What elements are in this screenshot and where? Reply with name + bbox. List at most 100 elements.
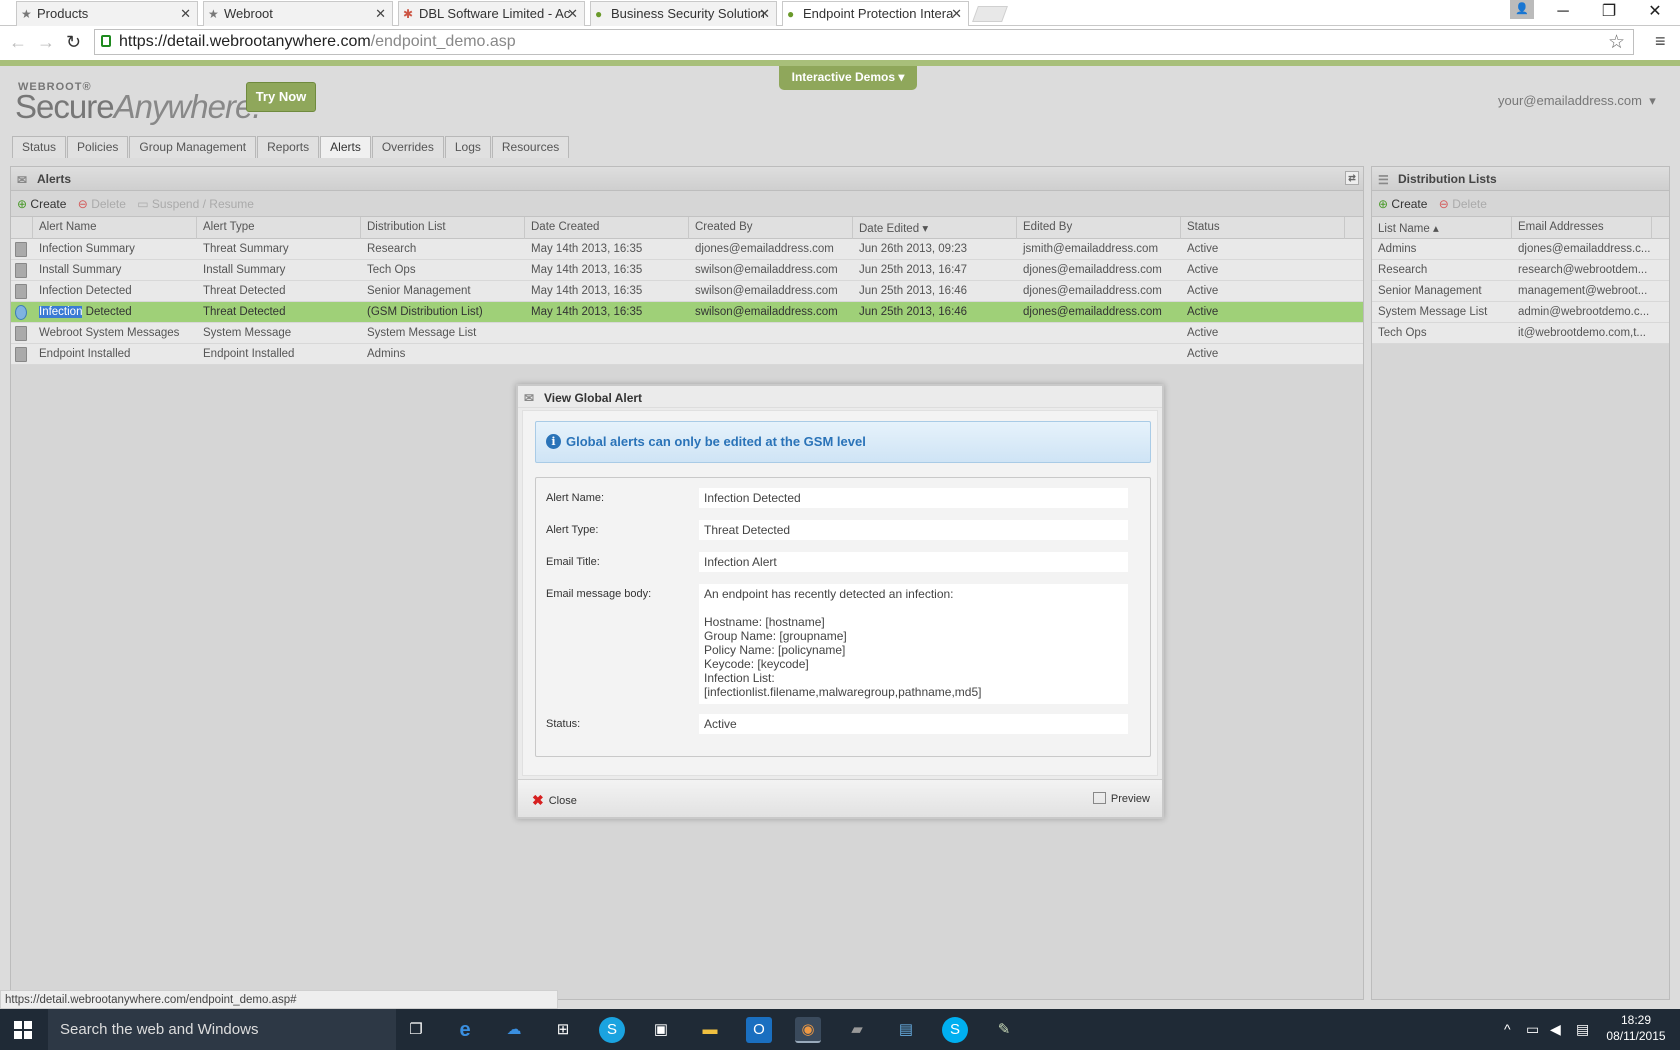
delete-list-button[interactable]: ⊖ Delete	[1439, 197, 1487, 211]
close-tab-icon[interactable]: ✕	[375, 6, 386, 22]
store-icon[interactable]: ⊞	[550, 1017, 576, 1043]
skype-icon[interactable]: S	[942, 1017, 968, 1043]
list-item[interactable]: Research research@webrootdem...	[1372, 260, 1669, 281]
column-header[interactable]: Created By	[689, 217, 853, 239]
table-cell: admin@webrootdemo.c...	[1518, 306, 1650, 318]
table-row[interactable]: Infection Summary Threat Summary Research M…	[11, 239, 1363, 260]
notifications-icon[interactable]: ▤	[1576, 1021, 1589, 1038]
table-cell	[525, 344, 689, 348]
column-header[interactable]: Alert Name	[33, 217, 197, 239]
alert-type-value: Threat Detected	[699, 520, 1128, 540]
table-cell: Endpoint Installed	[203, 348, 295, 360]
tab-logs[interactable]: Logs	[444, 136, 491, 158]
page-content: WEBROOT® SecureAnywhere. Try Now Interac…	[0, 66, 1680, 1009]
browser-tab-dbl[interactable]: ✱ DBL Software Limited - Ac ✕	[398, 1, 585, 26]
table-row[interactable]: Endpoint Installed Endpoint Installed Admi…	[11, 344, 1363, 365]
list-item[interactable]: Admins djones@emailaddress.c...	[1372, 239, 1669, 260]
tab-policies[interactable]: Policies	[67, 136, 129, 158]
tab-reports[interactable]: Reports	[257, 136, 320, 158]
edge-icon[interactable]: e	[452, 1017, 478, 1043]
reload-icon[interactable]: ↻	[66, 32, 81, 53]
logo-part-b: Anywhere.	[113, 88, 262, 125]
refresh-icon[interactable]: ⇄	[1345, 171, 1359, 185]
taskbar-search[interactable]: Search the web and Windows	[48, 1009, 396, 1050]
table-cell: (GSM Distribution List)	[367, 306, 483, 318]
chevron-down-icon: ▾	[898, 70, 905, 84]
account-menu[interactable]: your@emailaddress.com ▾	[1498, 93, 1656, 109]
column-header-sorted[interactable]: List Name ▴	[1372, 217, 1512, 239]
tab-overrides[interactable]: Overrides	[371, 136, 444, 158]
create-alert-button[interactable]: ⊕ Create	[17, 197, 66, 211]
list-item[interactable]: Tech Ops it@webrootdemo.com,t...	[1372, 323, 1669, 344]
column-header[interactable]: Status	[1181, 217, 1345, 239]
column-header[interactable]: Edited By	[1017, 217, 1181, 239]
control-panel-icon[interactable]: ▤	[893, 1017, 919, 1043]
close-tab-icon[interactable]: ✕	[759, 6, 770, 22]
column-header-label: Date Edited	[859, 223, 920, 235]
profile-icon[interactable]: 👤	[1510, 0, 1534, 19]
browser-tab-webroot[interactable]: ★ Webroot ✕	[203, 1, 393, 26]
onedrive-icon[interactable]: ☁	[501, 1017, 527, 1043]
info-text: Global alerts can only be edited at the …	[566, 434, 866, 449]
browser-tab-business[interactable]: ● Business Security Solution ✕	[590, 1, 777, 26]
windows-start-icon[interactable]	[14, 1021, 32, 1039]
tab-status[interactable]: Status	[12, 136, 67, 158]
table-row[interactable]: Infection Detected Threat Detected Senior …	[11, 281, 1363, 302]
column-header-sorted[interactable]: Date Edited ▾	[853, 217, 1017, 239]
table-cell: Active	[1187, 306, 1219, 318]
restore-icon[interactable]: ❐	[1586, 0, 1632, 26]
system-clock[interactable]: 18:29 08/11/2015	[1594, 1012, 1678, 1044]
app-icon[interactable]: ▰	[844, 1017, 870, 1043]
column-header[interactable]: Alert Type	[197, 217, 361, 239]
back-icon[interactable]: ←	[9, 32, 27, 53]
tab-alerts[interactable]: Alerts	[320, 136, 371, 158]
close-tab-icon[interactable]: ✕	[951, 6, 962, 22]
remote-desktop-icon[interactable]: ▣	[648, 1017, 674, 1043]
try-now-button[interactable]: Try Now	[246, 82, 316, 112]
column-header[interactable]: Email Addresses	[1512, 217, 1652, 239]
table-cell	[853, 344, 1017, 348]
browser-menu-icon[interactable]: ≡	[1655, 31, 1666, 52]
interactive-demos-menu[interactable]: Interactive Demos ▾	[779, 66, 917, 90]
minimize-icon[interactable]: ─	[1540, 0, 1586, 26]
browser-tab-title: Products	[37, 6, 89, 21]
task-view-icon[interactable]: ❐	[403, 1017, 429, 1043]
list-item[interactable]: Senior Management management@webroot...	[1372, 281, 1669, 302]
file-explorer-icon[interactable]: ▬	[697, 1017, 723, 1043]
url-input[interactable]: https://detail.webrootanywhere.com/endpo…	[94, 29, 1634, 55]
close-tab-icon[interactable]: ✕	[567, 6, 578, 22]
volume-icon[interactable]: ◀	[1550, 1021, 1561, 1038]
list-item[interactable]: System Message List admin@webrootdemo.c..…	[1372, 302, 1669, 323]
table-row[interactable]: Install Summary Install Summary Tech Ops Ma…	[11, 260, 1363, 281]
table-cell: Infection Detected	[39, 285, 132, 297]
column-header[interactable]: Date Created	[525, 217, 689, 239]
table-cell: Infection Summary	[39, 243, 135, 255]
bookmark-star-icon[interactable]: ☆	[1608, 31, 1625, 54]
browser-tab-endpoint[interactable]: ● Endpoint Protection Intera ✕	[782, 1, 969, 27]
distribution-table-header: List Name ▴ Email Addresses	[1372, 217, 1669, 239]
table-cell	[1017, 323, 1181, 327]
new-tab-button[interactable]	[972, 6, 1008, 22]
network-icon[interactable]: ▭	[1526, 1021, 1539, 1038]
dialog-title: View Global Alert	[544, 391, 643, 405]
suspend-resume-button[interactable]: ▭ Suspend / Resume	[137, 197, 254, 211]
forward-icon[interactable]: →	[37, 32, 55, 53]
close-button[interactable]: ✖ Close	[532, 792, 577, 809]
chrome-icon[interactable]: ◉	[795, 1017, 821, 1043]
preview-button[interactable]: Preview	[1092, 792, 1150, 805]
close-tab-icon[interactable]: ✕	[180, 6, 191, 22]
delete-alert-button[interactable]: ⊖ Delete	[78, 197, 126, 211]
outlook-icon[interactable]: O	[746, 1017, 772, 1043]
tab-resources[interactable]: Resources	[491, 136, 570, 158]
paint-icon[interactable]: ✎	[991, 1017, 1017, 1043]
column-header[interactable]: Distribution List	[361, 217, 525, 239]
create-list-button[interactable]: ⊕ Create	[1378, 197, 1427, 211]
close-window-icon[interactable]: ✕	[1632, 0, 1678, 26]
tray-chevron-icon[interactable]: ^	[1504, 1021, 1511, 1037]
table-row[interactable]: Infection Detected Threat Detected (GSM Di…	[11, 302, 1363, 323]
tab-group-management[interactable]: Group Management	[129, 136, 257, 158]
joomla-icon: ✱	[403, 7, 414, 21]
browser-tab-products[interactable]: ★ Products ✕	[16, 1, 198, 26]
skype-business-icon[interactable]: S	[599, 1017, 625, 1043]
table-row[interactable]: Webroot System Messages System Message Sys…	[11, 323, 1363, 344]
